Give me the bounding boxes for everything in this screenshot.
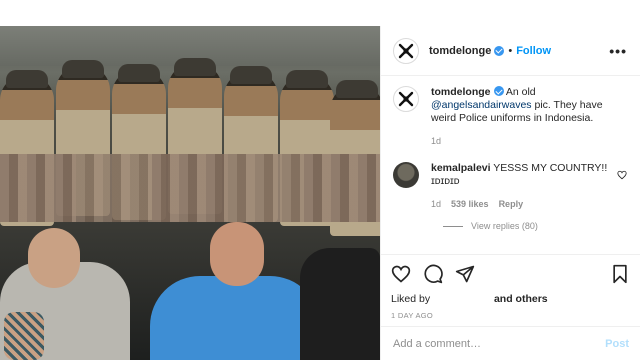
photo-tattoo — [4, 312, 44, 360]
more-options-icon[interactable]: ••• — [609, 43, 627, 59]
caption-username[interactable]: tomdelonge — [431, 86, 491, 98]
post-comment-button[interactable]: Post — [605, 338, 629, 350]
liked-by-others-link[interactable]: and others — [494, 293, 548, 305]
comment-input[interactable] — [393, 337, 583, 350]
verified-badge-icon — [494, 45, 505, 56]
comment-like-heart-icon[interactable] — [617, 170, 627, 183]
post-photo[interactable] — [0, 26, 380, 360]
caption: tomdelonge An old @angelsandairwaves pic… — [393, 86, 629, 148]
logo-avatar-icon[interactable] — [393, 37, 419, 64]
comments-list: tomdelonge An old @angelsandairwaves pic… — [381, 86, 640, 266]
comment-username[interactable]: kemalpalevi — [431, 162, 491, 174]
follow-button[interactable]: Follow — [516, 45, 551, 57]
verified-badge-icon — [493, 86, 504, 96]
liked-by-summary: Liked by and others — [391, 293, 548, 305]
comment-time[interactable]: 1d — [431, 198, 441, 211]
comment-composer: Post — [381, 326, 640, 360]
blurred-faces — [0, 154, 380, 222]
comment-likes[interactable]: 539 likes — [451, 198, 489, 211]
caption-mention-link[interactable]: @angelsandairwaves — [431, 99, 532, 111]
photo-person-blue-shirt — [150, 222, 320, 360]
paper-plane-icon[interactable] — [455, 264, 475, 284]
caption-time[interactable]: 1d — [431, 135, 441, 148]
post-image-area — [0, 0, 380, 360]
comment-bubble-icon[interactable] — [423, 264, 443, 284]
separator: • — [508, 44, 513, 57]
logo-avatar-icon[interactable] — [393, 86, 419, 112]
heart-icon[interactable] — [391, 264, 411, 284]
author-username[interactable]: tomdelonge — [429, 45, 491, 57]
reply-button[interactable]: Reply — [499, 198, 524, 211]
photo-person-black-shirt — [300, 248, 380, 360]
post-timestamp[interactable]: 1 DAY AGO — [391, 311, 631, 320]
post-actions: Liked by and others 1 DAY AGO — [381, 254, 640, 320]
avatar[interactable] — [393, 162, 419, 188]
post-header: tomdelonge • Follow ••• — [381, 26, 640, 76]
bookmark-icon[interactable] — [611, 264, 629, 284]
caption-text-prefix: An old — [505, 86, 536, 98]
post-details-panel: tomdelonge • Follow ••• tomdelonge An ol… — [380, 26, 640, 360]
view-replies-button[interactable]: View replies (80) — [443, 221, 629, 231]
comment-item: kemalpalevi YESSS MY COUNTRY!! ɪᴅɪᴅɪᴅ 1d… — [393, 162, 629, 211]
